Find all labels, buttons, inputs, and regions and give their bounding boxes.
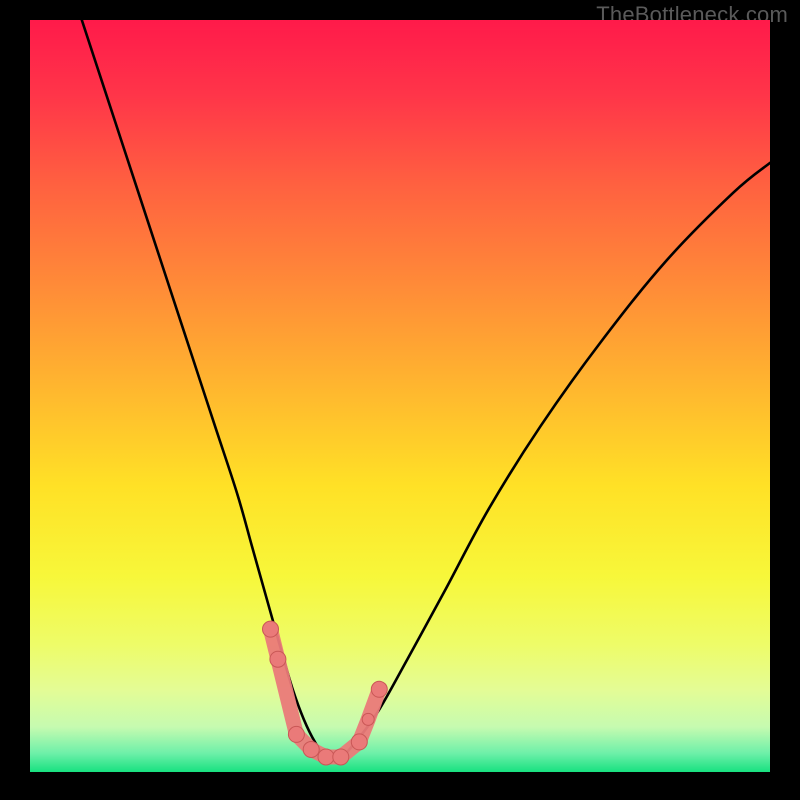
plot-area <box>30 20 770 772</box>
marker-point <box>371 681 387 697</box>
marker-point <box>333 749 349 765</box>
marker-point <box>263 621 279 637</box>
marker-point <box>288 726 304 742</box>
bottleneck-curve <box>82 20 770 759</box>
marker-point <box>303 741 319 757</box>
chart-stage: TheBottleneck.com <box>0 0 800 800</box>
marker-point <box>351 734 367 750</box>
marker-point <box>270 651 286 667</box>
marker-point <box>362 713 374 725</box>
curve-layer <box>30 20 770 772</box>
marker-point <box>318 749 334 765</box>
